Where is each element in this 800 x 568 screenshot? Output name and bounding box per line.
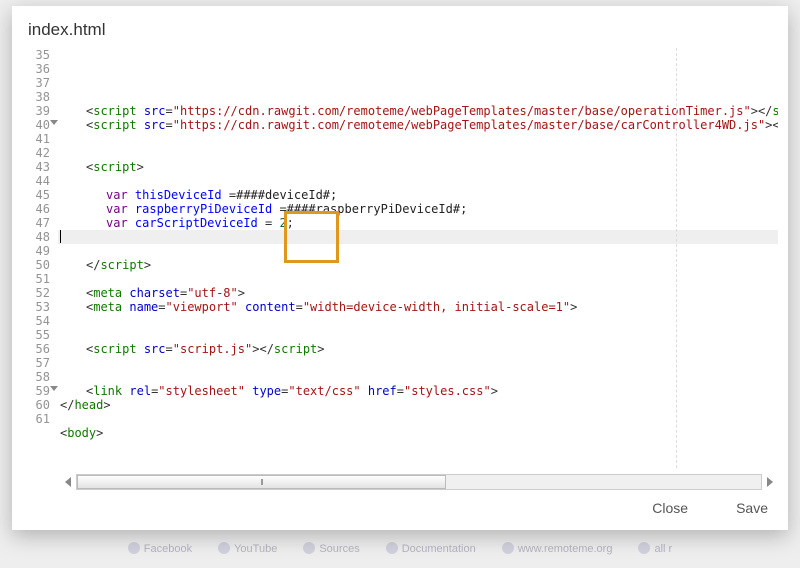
code-line[interactable]: <script src="https://cdn.rawgit.com/remo… [58,104,778,118]
line-number: 57 [28,356,50,370]
scroll-left-icon[interactable] [65,477,71,487]
code-line[interactable]: </script> [58,258,778,272]
code-line[interactable]: <link rel="stylesheet" type="text/css" h… [58,384,778,398]
print-margin [676,48,677,468]
line-number: 49 [28,244,50,258]
code-line[interactable] [58,132,778,146]
scrollbar-thumb[interactable] [77,475,446,489]
line-number: 43 [28,160,50,174]
code-line[interactable] [58,314,778,328]
text-cursor [60,230,61,243]
line-number: 55 [28,328,50,342]
line-number: 51 [28,272,50,286]
code-line[interactable] [58,174,778,188]
code-line[interactable]: <meta charset="utf-8"> [58,286,778,300]
line-number: 60 [28,398,50,412]
code-line[interactable] [58,412,778,426]
line-number: 56 [28,342,50,356]
line-number: 37 [28,76,50,90]
fold-icon[interactable] [50,120,58,125]
code-line[interactable] [58,356,778,370]
code-line[interactable] [58,454,778,468]
close-button[interactable]: Close [652,500,688,516]
line-number: 41 [28,132,50,146]
line-number: 59 [28,384,50,398]
line-number: 53 [28,300,50,314]
line-number: 58 [28,370,50,384]
code-line[interactable] [58,370,778,384]
code-line[interactable]: <script src="script.js"></script> [58,342,778,356]
code-line[interactable]: <script> [58,160,778,174]
code-line[interactable] [58,272,778,286]
line-number: 38 [28,90,50,104]
line-number: 39 [28,104,50,118]
line-number: 61 [28,412,50,426]
code-line[interactable] [58,328,778,342]
line-number: 48 [28,230,50,244]
line-number-gutter: 3536373839404142434445464748495051525354… [22,48,58,468]
code-line[interactable] [58,440,778,454]
code-line[interactable] [58,230,778,244]
line-number: 47 [28,216,50,230]
line-number: 54 [28,314,50,328]
line-number: 40 [28,118,50,132]
scroll-right-icon[interactable] [767,477,773,487]
line-number: 44 [28,174,50,188]
code-editor[interactable]: 3536373839404142434445464748495051525354… [22,48,778,490]
code-line[interactable]: <script src="https://cdn.rawgit.com/remo… [58,118,778,132]
code-line[interactable] [58,146,778,160]
save-button[interactable]: Save [736,500,768,516]
modal-title: index.html [12,6,788,48]
line-number: 35 [28,48,50,62]
horizontal-scrollbar[interactable] [76,474,762,490]
editor-modal: index.html 35363738394041424344454647484… [12,6,788,530]
line-number: 42 [28,146,50,160]
fold-icon[interactable] [50,386,58,391]
line-number: 50 [28,258,50,272]
code-line[interactable]: var carScriptDeviceId = 2; [58,216,778,230]
code-line[interactable]: <meta name="viewport" content="width=dev… [58,300,778,314]
line-number: 46 [28,202,50,216]
modal-footer: Close Save [12,490,788,530]
code-line[interactable]: var thisDeviceId =####deviceId#; [58,188,778,202]
line-number: 36 [28,62,50,76]
code-line[interactable] [58,244,778,258]
code-line[interactable]: <body> [58,426,778,440]
line-number: 45 [28,188,50,202]
code-line[interactable]: var raspberryPiDeviceId =####raspberryPi… [58,202,778,216]
code-line[interactable] [58,90,778,104]
code-area[interactable]: <script src="https://cdn.rawgit.com/remo… [58,48,778,468]
line-number: 52 [28,286,50,300]
code-line[interactable]: </head> [58,398,778,412]
